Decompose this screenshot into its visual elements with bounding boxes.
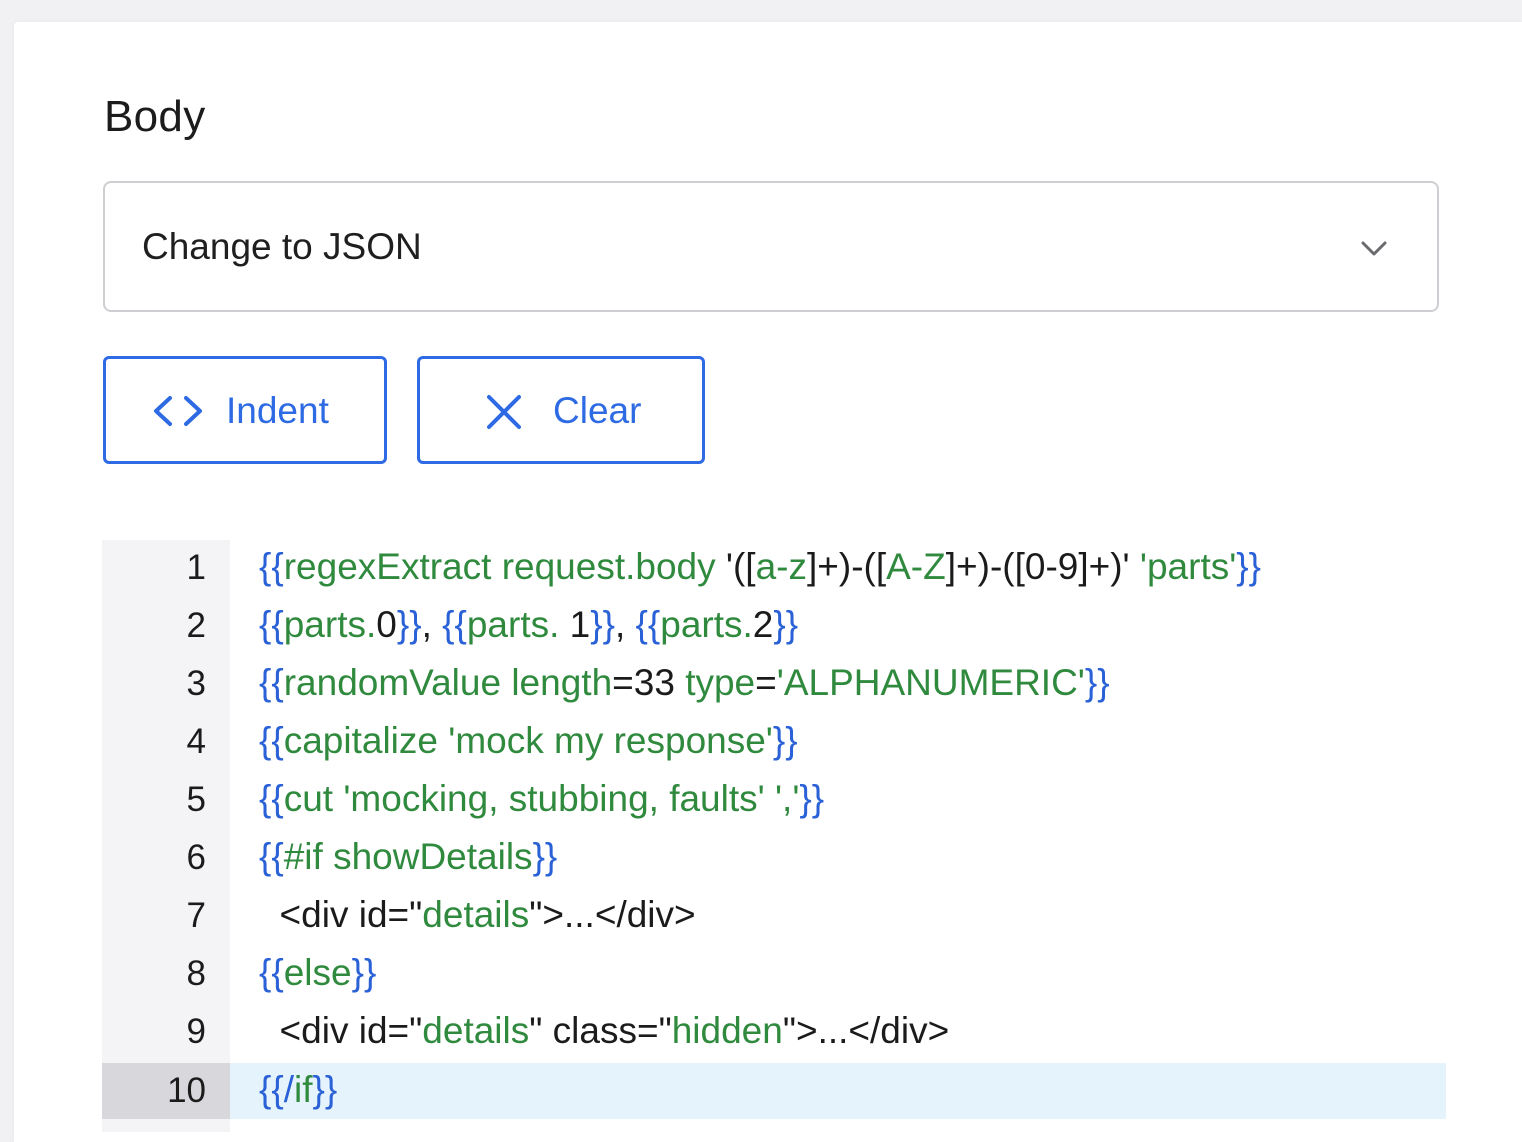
- code-token: {{: [259, 604, 284, 645]
- code-text: {{#if showDetails}}: [259, 836, 557, 878]
- indent-button-label: Indent: [226, 390, 329, 431]
- code-token: 1: [559, 604, 591, 645]
- code-brackets-icon: [154, 396, 202, 426]
- code-token: cut 'mocking, stubbing, faults' ',': [283, 778, 800, 819]
- line-number: 9: [186, 1012, 206, 1051]
- code-text: {{capitalize 'mock my response'}}: [259, 720, 798, 762]
- code-token: '([: [725, 546, 756, 587]
- code-token: }}: [351, 952, 377, 993]
- code-line[interactable]: 7 <div id="details">...</div>: [102, 888, 1446, 946]
- code-token: }}: [772, 720, 798, 761]
- code-token: =33: [612, 662, 686, 703]
- code-token: 2: [752, 604, 774, 645]
- code-token: }}: [1084, 662, 1110, 703]
- code-token: ,: [421, 604, 443, 645]
- code-token: {{: [259, 720, 284, 761]
- line-number: 2: [186, 606, 206, 645]
- select-value: Change to JSON: [142, 226, 422, 267]
- line-number: 5: [186, 780, 206, 819]
- code-text: <div id="details" class="hidden">...</di…: [259, 1010, 950, 1052]
- code-token: }}: [799, 778, 825, 819]
- section-title: Body: [104, 92, 206, 141]
- code-token: parts.: [283, 604, 377, 645]
- line-number: 10: [167, 1071, 206, 1110]
- code-token: }}: [773, 604, 799, 645]
- code-token: A-Z: [886, 546, 946, 587]
- close-icon: [487, 395, 521, 429]
- code-line[interactable]: 6 {{#if showDetails}}: [102, 830, 1446, 888]
- body-type-select[interactable]: Change to JSON: [103, 181, 1439, 312]
- line-number: 6: [186, 838, 206, 877]
- code-token: }}: [590, 604, 615, 645]
- clear-button-label: Clear: [553, 390, 642, 431]
- code-line[interactable]: 9 <div id="details" class="hidden">...</…: [102, 1004, 1446, 1062]
- code-text: {{randomValue length=33 type='ALPHANUMER…: [259, 662, 1110, 704]
- code-text: {{regexExtract request.body '([a-z]+)-([…: [259, 546, 1261, 588]
- code-token: 'ALPHANUMERIC': [776, 662, 1085, 703]
- code-token: {{/: [259, 1069, 294, 1110]
- code-token: details: [422, 1010, 530, 1051]
- code-token: else: [283, 952, 352, 993]
- code-token: <div id=": [259, 1010, 423, 1051]
- code-token: {{: [259, 778, 284, 819]
- code-token: capitalize 'mock my response': [283, 720, 773, 761]
- code-token: {{: [635, 604, 661, 645]
- code-token: {{: [259, 836, 284, 877]
- line-number: 4: [186, 722, 206, 761]
- code-line[interactable]: 5 {{cut 'mocking, stubbing, faults' ','}}: [102, 772, 1446, 830]
- line-number: 3: [186, 664, 206, 703]
- line-number: 1: [186, 548, 206, 587]
- code-text: {{else}}: [259, 952, 376, 994]
- code-token: if: [294, 1069, 313, 1110]
- code-token: }}: [396, 604, 422, 645]
- code-token: ,: [614, 604, 636, 645]
- code-text: {{cut 'mocking, stubbing, faults' ','}}: [259, 778, 824, 820]
- code-token: " class=": [529, 1010, 672, 1051]
- code-token: hidden: [671, 1010, 783, 1051]
- line-number: 8: [186, 954, 206, 993]
- code-token: 'parts': [1139, 546, 1237, 587]
- code-line[interactable]: 8 {{else}}: [102, 946, 1446, 1004]
- code-editor[interactable]: 1 {{regexExtract request.body '([a-z]+)-(…: [102, 540, 1446, 1140]
- code-line[interactable]: 4 {{capitalize 'mock my response'}}: [102, 714, 1446, 772]
- code-token: {{: [259, 546, 284, 587]
- code-token: {{: [259, 662, 284, 703]
- code-token: details: [422, 894, 530, 935]
- code-line[interactable]: 10 {{/if}}: [102, 1063, 1446, 1119]
- code-token: ">...</div>: [529, 894, 696, 935]
- code-token: randomValue length: [283, 662, 613, 703]
- line-number: 7: [186, 896, 206, 935]
- code-text: <div id="details">...</div>: [259, 894, 696, 936]
- code-text: {{parts.0}}, {{parts. 1}}, {{parts.2}}: [259, 604, 798, 646]
- code-token: ]+)-([0-9]+)': [945, 546, 1140, 587]
- code-token: }}: [1236, 546, 1262, 587]
- indent-button[interactable]: Indent: [103, 356, 387, 464]
- code-token: type: [685, 662, 756, 703]
- code-token: }}: [532, 836, 558, 877]
- code-token: parts.: [660, 604, 753, 645]
- body-panel: Body Change to JSON Indent Clear 1 {{rege…: [14, 22, 1522, 1142]
- code-token: {{: [259, 952, 284, 993]
- clear-button[interactable]: Clear: [417, 356, 705, 464]
- code-token: #if showDetails: [283, 836, 533, 877]
- code-line[interactable]: 1 {{regexExtract request.body '([a-z]+)-(…: [102, 540, 1446, 598]
- code-token: parts.: [466, 604, 560, 645]
- code-token: 0: [376, 604, 397, 645]
- code-token: regexExtract request.body: [283, 546, 726, 587]
- code-line[interactable]: 3 {{randomValue length=33 type='ALPHANUME…: [102, 656, 1446, 714]
- code-text: {{/if}}: [259, 1069, 337, 1111]
- code-token: <div id=": [259, 894, 423, 935]
- chevron-down-icon: [1361, 241, 1387, 256]
- code-token: ]+)-([: [806, 546, 887, 587]
- code-token: ">...</div>: [782, 1010, 950, 1051]
- code-token: {{: [442, 604, 467, 645]
- code-line[interactable]: 2 {{parts.0}}, {{parts. 1}}, {{parts.2}}: [102, 598, 1446, 656]
- code-token: }}: [312, 1069, 338, 1110]
- code-token: a-z: [755, 546, 807, 587]
- code-token: =: [755, 662, 777, 703]
